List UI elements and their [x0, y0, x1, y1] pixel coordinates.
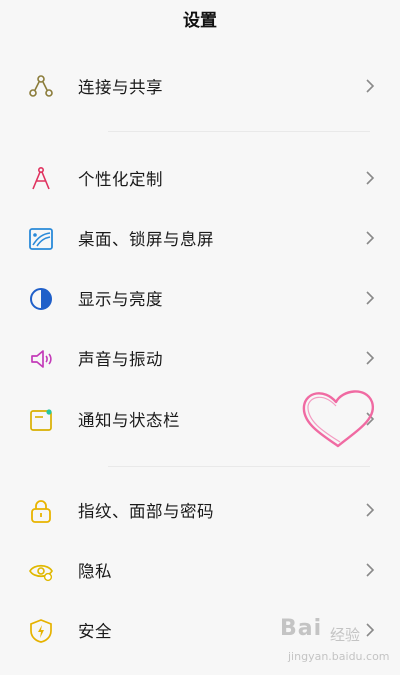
watermark-brand-suffix: 经验 [330, 626, 361, 644]
watermark-brand: Bai [280, 616, 323, 641]
share-nodes-icon [29, 75, 53, 97]
notification-bar-icon [30, 409, 52, 431]
settings-item-connection-sharing[interactable]: 连接与共享 [0, 58, 400, 114]
settings-item-sound-vibration[interactable]: 声音与振动 [0, 330, 400, 386]
chevron-right-icon [366, 79, 375, 93]
settings-item-desktop-lockscreen[interactable]: 桌面、锁屏与息屏 [0, 210, 400, 266]
settings-item-personalization[interactable]: 个性化定制 [0, 150, 400, 206]
brightness-icon [30, 288, 52, 310]
settings-item-privacy[interactable]: 隐私 [0, 542, 400, 598]
settings-item-label: 显示与亮度 [78, 290, 163, 309]
settings-item-label: 指纹、面部与密码 [78, 502, 214, 521]
chevron-right-icon [366, 291, 375, 305]
page-title: 设置 [183, 11, 217, 31]
chevron-right-icon [366, 231, 375, 245]
settings-item-label: 隐私 [78, 562, 112, 581]
wallpaper-icon [29, 228, 53, 250]
settings-item-label: 连接与共享 [78, 78, 163, 97]
settings-item-fingerprint-face-password[interactable]: 指纹、面部与密码 [0, 482, 400, 538]
chevron-right-icon [366, 171, 375, 185]
settings-item-label: 声音与振动 [78, 350, 163, 369]
chevron-right-icon [366, 351, 375, 365]
top-bar: 设置 [0, 0, 400, 40]
security-shield-icon [30, 619, 52, 643]
settings-item-label: 桌面、锁屏与息屏 [78, 230, 214, 249]
lock-icon [31, 500, 51, 523]
settings-item-label: 安全 [78, 622, 112, 641]
section-divider [108, 131, 370, 132]
settings-item-display-brightness[interactable]: 显示与亮度 [0, 270, 400, 326]
section-divider [108, 466, 370, 467]
settings-item-label: 个性化定制 [78, 170, 163, 189]
compass-icon [32, 166, 50, 190]
chevron-right-icon [366, 563, 375, 577]
baidu-jingyan-watermark: Bai 经验 jingyan.baidu.com [280, 616, 396, 670]
chevron-right-icon [366, 503, 375, 517]
heart-annotation-icon [302, 390, 375, 448]
speaker-icon [31, 350, 52, 368]
privacy-eye-icon [29, 564, 53, 582]
settings-item-label: 通知与状态栏 [78, 411, 180, 430]
watermark-url: jingyan.baidu.com [288, 650, 390, 663]
